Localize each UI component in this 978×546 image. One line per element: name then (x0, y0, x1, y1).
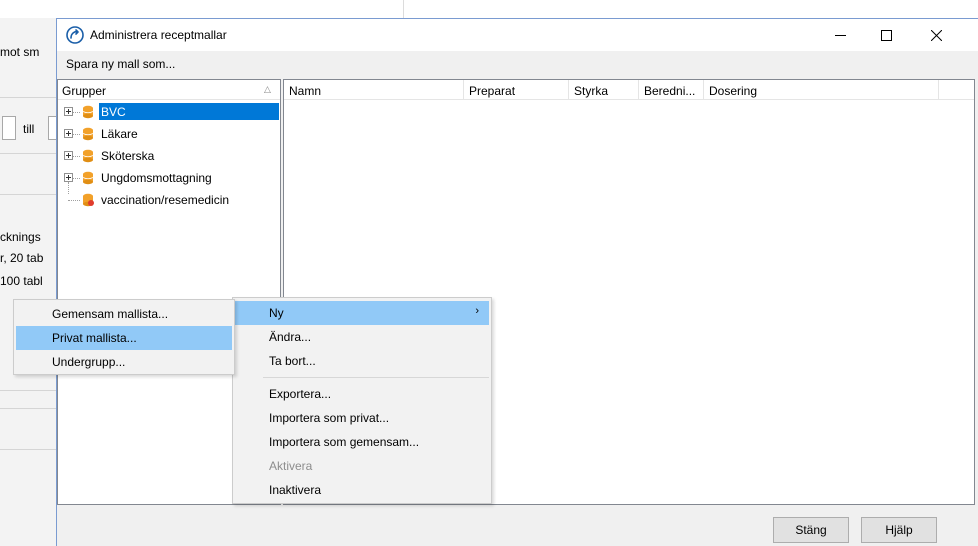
tree-item-ungdomsmottagning[interactable]: Ungdomsmottagning (58, 168, 280, 189)
submenu-item-privat-mallista[interactable]: Privat mallista... (16, 326, 232, 350)
tree-connector (68, 200, 80, 201)
minimize-icon (834, 34, 846, 36)
menu-item-importera-gemensam[interactable]: Importera som gemensam... (235, 430, 489, 454)
tree-item-bvc[interactable]: BVC (58, 102, 280, 123)
tree-connector (73, 156, 80, 157)
menu-item-label: Ny (269, 306, 284, 320)
background-divider (0, 97, 58, 98)
background-field[interactable] (2, 116, 16, 140)
sort-ascending-icon: △ (264, 84, 271, 94)
submenu-arrow-icon: › (475, 305, 479, 317)
save-new-template-button[interactable]: Spara ny mall som... (66, 57, 175, 71)
menu-item-exportera[interactable]: Exportera... (235, 382, 489, 406)
database-icon (82, 127, 94, 141)
tree-item-label: Ungdomsmottagning (101, 171, 212, 185)
expand-icon[interactable] (64, 173, 73, 182)
maximize-button[interactable] (863, 19, 909, 51)
help-button[interactable]: Hjälp (861, 517, 937, 543)
menu-item-andra[interactable]: Ändra... (235, 325, 489, 349)
expand-icon[interactable] (64, 107, 73, 116)
toolbar: Spara ny mall som... (57, 51, 978, 77)
maximize-icon (880, 29, 892, 41)
background-divider (0, 449, 58, 450)
menu-item-ny[interactable]: Ny › (235, 301, 489, 325)
app-logo-icon (66, 26, 84, 44)
grid-header: Namn Preparat Styrka Beredni... Dosering (284, 80, 974, 100)
tree-item-lakare[interactable]: Läkare (58, 124, 280, 145)
tree-connector (73, 134, 80, 135)
tree-connector (73, 112, 80, 113)
new-submenu: Gemensam mallista... Privat mallista... … (13, 299, 235, 375)
database-private-icon (83, 193, 94, 207)
dialog-footer: Stäng Hjälp (57, 505, 978, 546)
submenu-item-gemensam-mallista[interactable]: Gemensam mallista... (16, 302, 232, 326)
submenu-item-undergrupp[interactable]: Undergrupp... (16, 350, 232, 374)
menu-item-inaktivera[interactable]: Inaktivera (235, 478, 489, 502)
background-divider (403, 0, 404, 18)
background-topbar (0, 0, 978, 18)
menu-item-ta-bort[interactable]: Ta bort... (235, 349, 489, 373)
tree-item-vaccination[interactable]: vaccination/resemedicin (58, 190, 280, 211)
background-divider (0, 153, 58, 154)
background-divider (0, 408, 58, 409)
tree-item-label: BVC (99, 103, 279, 120)
column-header-beredning[interactable]: Beredni... (639, 80, 704, 100)
database-icon (82, 149, 94, 163)
database-icon (82, 105, 94, 119)
minimize-button[interactable] (817, 19, 863, 51)
menu-item-aktivera: Aktivera (269, 459, 313, 473)
context-menu: Ny › Ändra... Ta bort... Exportera... Im… (232, 297, 492, 504)
menu-item-importera-privat[interactable]: Importera som privat... (235, 406, 489, 430)
tree-connector (73, 178, 80, 179)
receptmallar-dialog: Administrera receptmallar Spara ny mall … (56, 18, 978, 546)
tree-item-label: vaccination/resemedicin (101, 193, 230, 207)
close-window-button[interactable] (913, 19, 959, 51)
expand-icon[interactable] (64, 151, 73, 160)
column-header-namn[interactable]: Namn (284, 80, 464, 100)
close-icon (930, 29, 942, 41)
tree-item-skoterska[interactable]: Sköterska (58, 146, 280, 167)
menu-separator (263, 377, 489, 378)
background-divider (0, 194, 58, 195)
background-text: cknings (0, 230, 41, 244)
expand-icon[interactable] (64, 129, 73, 138)
background-text: 100 tabl (0, 274, 43, 288)
dialog-title: Administrera receptmallar (90, 28, 227, 42)
background-text: r, 20 tab (0, 251, 44, 265)
tree-item-label: Sköterska (101, 149, 155, 163)
tree-item-label: Läkare (101, 127, 138, 141)
background-text: mot sm (0, 45, 40, 59)
column-header-dosering[interactable]: Dosering (704, 80, 939, 100)
close-button[interactable]: Stäng (773, 517, 849, 543)
background-text: till (23, 122, 35, 136)
tree-header[interactable]: Grupper △ (58, 80, 280, 100)
column-header-styrka[interactable]: Styrka (569, 80, 639, 100)
background-divider (0, 390, 58, 391)
title-bar[interactable]: Administrera receptmallar (57, 19, 978, 51)
background-left-panel: mot sm till cknings r, 20 tab 100 tabl (0, 18, 62, 546)
tree-header-label: Grupper (62, 84, 107, 98)
column-header-preparat[interactable]: Preparat (464, 80, 569, 100)
database-icon (82, 171, 94, 185)
